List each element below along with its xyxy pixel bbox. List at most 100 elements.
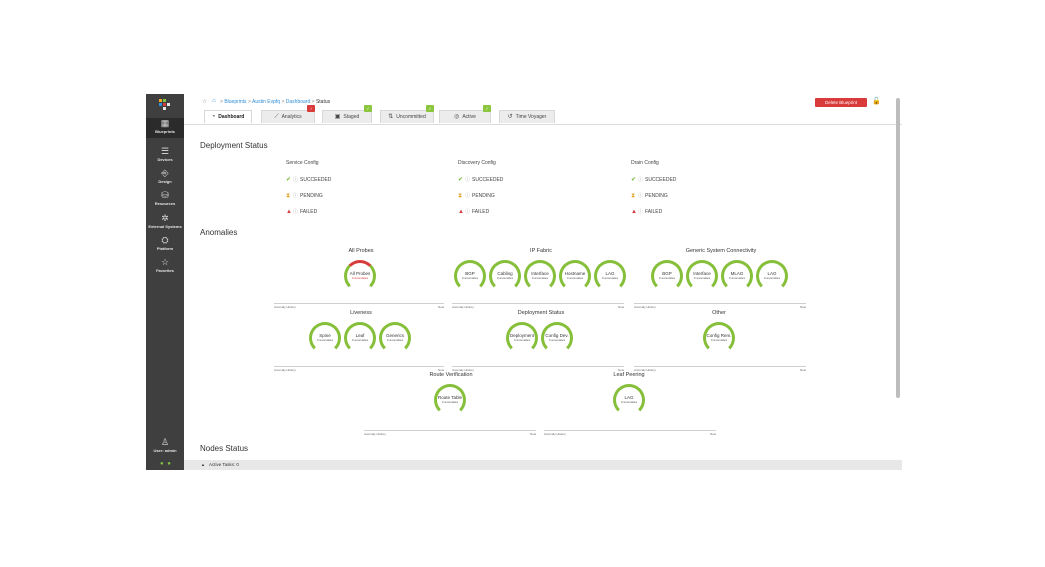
analytics-icon: ⟋ (274, 114, 279, 120)
status-succeeded[interactable]: ✔ ⓘ SUCCEEDED (286, 176, 331, 192)
status-pending[interactable]: ⧗ ⓘ PENDING (631, 192, 676, 208)
home-icon[interactable]: ⌂ (212, 98, 216, 104)
anomaly-history[interactable]: Anomaly History Now (364, 430, 536, 436)
tab-divider (184, 124, 902, 125)
sidebar-item-favorites[interactable]: ☆ Favorites (146, 257, 184, 273)
sidebar-item-blueprints[interactable]: ▦ Blueprints (146, 118, 184, 138)
active-tasks-bar[interactable]: ▲ Active Tasks: 0 (184, 460, 902, 470)
tab-active[interactable]: ◎ Active ✓ (439, 105, 491, 123)
gauge-liveness-leaf[interactable]: Leaf 0 anomalies (344, 322, 376, 354)
devices-icon: ☰ (160, 146, 170, 156)
tab-analytics[interactable]: ⟋ Analytics ! (261, 105, 315, 123)
status-label: PENDING (645, 193, 668, 199)
gauge-gsc-mlag[interactable]: MLAG 0 anomalies (721, 260, 753, 292)
sidebar: Juniper Apstra ▦ Blueprints ☰ Devices ⎆ … (146, 94, 184, 470)
sidebar-item-design[interactable]: ⎆ Design (146, 168, 184, 184)
gauge-sub: 0 anomalies (316, 338, 334, 342)
check-circle-icon: ✔ (458, 177, 464, 183)
anomaly-history[interactable]: Anomaly History Now (634, 366, 806, 372)
hourglass-icon: ⧗ (458, 193, 463, 199)
anomaly-history[interactable]: Anomaly History Now (634, 303, 806, 309)
breadcrumb-blueprint[interactable]: Austin Evpfq (252, 99, 280, 105)
gauge-gsc-bgp[interactable]: BGP 0 anomalies (651, 260, 683, 292)
check-circle-icon: ✔ (631, 177, 637, 183)
gauge-sub: 0 anomalies (620, 400, 638, 404)
breadcrumb-separator: > (281, 99, 285, 105)
external-systems-icon: ✲ (161, 213, 169, 223)
sidebar-item-external-systems[interactable]: ✲ External Systems (146, 213, 184, 229)
gauge-ip-fabric-hostname[interactable]: Hostname 0 anomalies (559, 260, 591, 292)
status-succeeded[interactable]: ✔ ⓘ SUCCEEDED (631, 176, 676, 192)
tab-label: Time Voyager (515, 114, 547, 120)
gauge-ip-fabric-bgp[interactable]: BGP 0 anomalies (454, 260, 486, 292)
tab-staged[interactable]: ▣ Staged ✓ (322, 105, 372, 123)
group-title-ip-fabric: IP Fabric (530, 248, 552, 254)
sidebar-item-label: Design (158, 179, 172, 184)
warning-icon: ▲ (286, 209, 292, 215)
warning-icon: ▲ (631, 209, 637, 215)
sidebar-item-label: Platform (156, 246, 174, 251)
scrollbar-thumb[interactable] (896, 98, 900, 398)
gauge-liveness-generics[interactable]: Generics 0 anomalies (379, 322, 411, 354)
active-check-badge: ✓ (483, 105, 491, 112)
gauge-route-table[interactable]: Route Table 0 anomalies (434, 384, 466, 416)
anomaly-history[interactable]: Anomaly History Now (452, 366, 624, 372)
sidebar-item-label: Resources (154, 201, 176, 206)
gauge-ip-fabric-lag[interactable]: LAG 0 anomalies (594, 260, 626, 292)
gauge-ip-fabric-cabling[interactable]: Cabling 0 anomalies (489, 260, 521, 292)
gauge-config-dev[interactable]: Config Dev. 0 anomalies (541, 322, 573, 354)
tab-dashboard[interactable]: ◔ Dashboard (204, 110, 252, 123)
gauge-gsc-interface[interactable]: Interface 0 anomalies (686, 260, 718, 292)
status-failed[interactable]: ▲ⓘ FAILED (631, 208, 676, 224)
info-icon: ⓘ (638, 209, 644, 215)
anomaly-history[interactable]: Anomaly History Now (274, 303, 444, 309)
gauge-config-rem[interactable]: Config Rem. 0 anomalies (703, 322, 735, 354)
gauge-leaf-peering-lag[interactable]: LAG 0 anomalies (613, 384, 645, 416)
user-icon: ♙ (160, 437, 170, 447)
gauge-sub: 0 anomalies (513, 338, 531, 342)
gauge-sub: 0 anomalies (461, 276, 479, 280)
history-now: Now (437, 305, 444, 309)
gauge-sub: 0 anomalies (531, 276, 549, 280)
tab-uncommitted[interactable]: ⇅ Uncommitted ✓ (380, 105, 434, 123)
group-title-deployment-status: Deployment Status (517, 310, 565, 316)
gauge-gsc-lag[interactable]: LAG 0 anomalies (756, 260, 788, 292)
gauge-all-probes[interactable]: All Probes 0 anomalies (344, 260, 376, 292)
gauge-sub: 0 anomalies (601, 276, 619, 280)
group-title-route-verification: Route Verification (429, 372, 473, 378)
breadcrumb-dashboard[interactable]: Dashboard (286, 99, 310, 105)
gauge-liveness-spine[interactable]: Spine 0 anomalies (309, 322, 341, 354)
hourglass-icon: ⧗ (631, 193, 636, 199)
nodes-status-title: Nodes Status (200, 444, 249, 453)
gauge-sub: 0 anomalies (566, 276, 584, 280)
anomaly-history[interactable]: Anomaly History Now (544, 430, 716, 436)
sidebar-item-user[interactable]: ♙ User: admin (146, 437, 184, 453)
status-pending[interactable]: ⧗ ⓘ PENDING (458, 192, 503, 208)
status-failed[interactable]: ▲ⓘ FAILED (286, 208, 331, 224)
user-label: User: admin (153, 448, 177, 453)
unlock-icon[interactable]: 🔓 (872, 97, 881, 105)
sidebar-item-devices[interactable]: ☰ Devices (146, 146, 184, 162)
status-succeeded[interactable]: ✔ ⓘ SUCCEEDED (458, 176, 503, 192)
star-icon[interactable]: ☆ (202, 98, 207, 105)
uncommitted-icon: ⇅ (388, 114, 394, 120)
delete-blueprint-button[interactable]: Delete Blueprint (815, 98, 867, 107)
gauge-deployment[interactable]: Deployment 0 anomalies (506, 322, 538, 354)
breadcrumb-blueprints[interactable]: Blueprints (224, 99, 246, 105)
favorites-icon: ☆ (160, 257, 170, 267)
history-now: Now (799, 305, 806, 309)
sidebar-item-platform[interactable]: ⛭ Platform (146, 235, 184, 251)
group-title-other: Other (712, 310, 726, 316)
gauge-ip-fabric-interface[interactable]: Interface 0 anomalies (524, 260, 556, 292)
info-icon: ⓘ (293, 177, 299, 183)
history-now: Now (529, 432, 536, 436)
status-failed[interactable]: ▲ⓘ FAILED (458, 208, 503, 224)
history-label: Anomaly History (544, 432, 566, 436)
status-pending[interactable]: ⧗ ⓘ PENDING (286, 192, 331, 208)
status-label: FAILED (300, 209, 318, 215)
sidebar-item-resources[interactable]: ⛁ Resources (146, 190, 184, 206)
tab-time-voyager[interactable]: ↺ Time Voyager (499, 110, 555, 123)
anomaly-history[interactable]: Anomaly History Now (452, 303, 624, 309)
column-heading: Drain Config (631, 160, 659, 166)
anomaly-history[interactable]: Anomaly History Now (274, 366, 444, 372)
